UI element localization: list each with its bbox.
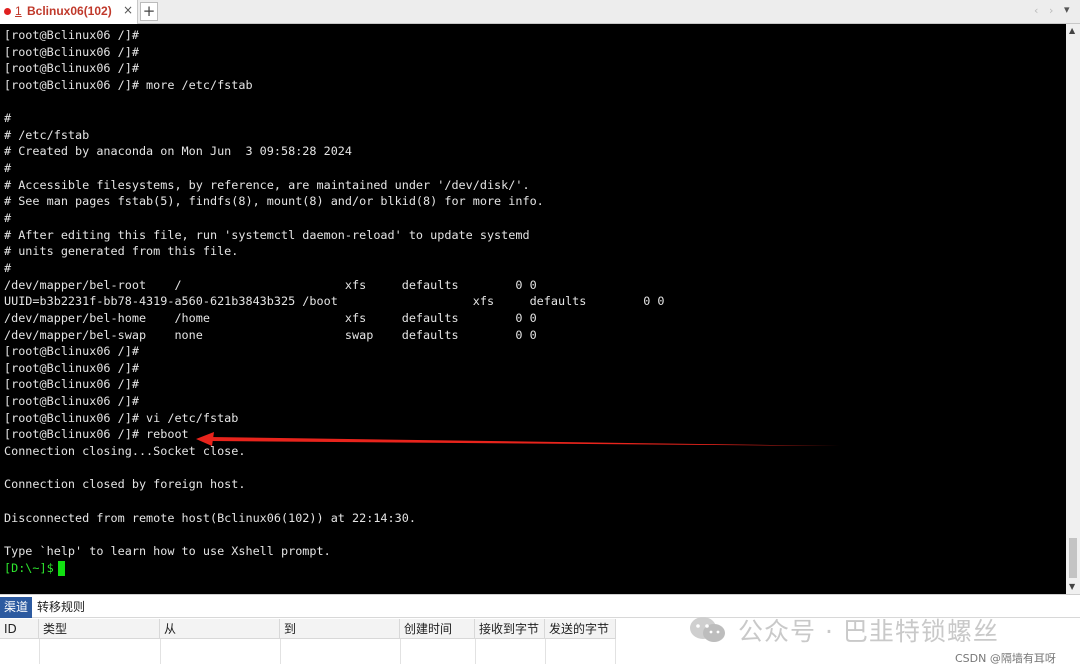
terminal-line: # units generated from this file. [4, 244, 239, 259]
terminal-output[interactable]: [root@Bclinux06 /]# [root@Bclinux06 /]# [r… [0, 24, 1066, 594]
column-divider [280, 639, 281, 664]
table-header: ID 类型 从 到 创建时间 接收到字节 发送的字节 [0, 619, 616, 639]
terminal-line: # [4, 211, 12, 226]
chevron-left-icon[interactable]: ‹ [1034, 4, 1038, 17]
terminal-line: /dev/mapper/bel-root / xfs defaults 0 0 [4, 277, 537, 292]
scrollbar-thumb[interactable] [1069, 538, 1077, 578]
scroll-down-icon[interactable]: ▼ [1069, 582, 1075, 591]
terminal-line: [root@Bclinux06 /]# vi /etc/fstab [4, 410, 239, 425]
terminal-line: Connection closing...Socket close. [4, 444, 246, 459]
chevron-right-icon[interactable]: › [1049, 4, 1053, 17]
terminal-line: Type `help' to learn how to use Xshell p… [4, 543, 331, 558]
close-icon[interactable]: × [123, 3, 133, 17]
column-header-id[interactable]: ID [0, 619, 39, 639]
terminal-line: Connection closed by foreign host. [4, 477, 246, 492]
terminal-line: [root@Bclinux06 /]# more /etc/fstab [4, 77, 253, 92]
tab-forwarding-rules[interactable]: 转移规则 [37, 597, 85, 618]
column-header-to[interactable]: 到 [280, 619, 400, 639]
column-divider [475, 639, 476, 664]
column-header-from[interactable]: 从 [160, 619, 280, 639]
terminal-scrollbar[interactable]: ▲ ▼ [1066, 24, 1080, 594]
column-header-type[interactable]: 类型 [39, 619, 160, 639]
column-header-bytes-received[interactable]: 接收到字节 [475, 619, 545, 639]
csdn-credit: CSDN @隔墙有耳呀 [955, 652, 1056, 665]
terminal-line: [root@Bclinux06 /]# reboot [4, 427, 189, 442]
terminal-line: [root@Bclinux06 /]# [4, 344, 139, 359]
terminal-line: # Accessible filesystems, by reference, … [4, 177, 530, 192]
local-prompt: [D:\~]$ [4, 560, 54, 575]
column-divider [39, 639, 40, 664]
table-body [0, 639, 616, 664]
terminal-line: # /etc/fstab [4, 127, 90, 142]
tab-number: 1 [15, 4, 22, 18]
terminal-line: /dev/mapper/bel-home /home xfs defaults … [4, 310, 537, 325]
connection-status-dot-icon [4, 8, 11, 15]
column-divider [160, 639, 161, 664]
session-tab-bar: 1 Bclinux06(102) × + ‹ › ▾ [0, 0, 1080, 24]
tab-channels[interactable]: 渠道 [0, 597, 33, 618]
terminal-line: [root@Bclinux06 /]# [4, 44, 139, 59]
terminal-line: [root@Bclinux06 /]# [4, 360, 139, 375]
terminal-line: Disconnected from remote host(Bclinux06(… [4, 510, 416, 525]
terminal-cursor [57, 560, 65, 576]
column-header-created-time[interactable]: 创建时间 [400, 619, 475, 639]
watermark-text: 公众号 · 巴韭特锁螺丝 [738, 617, 999, 646]
column-divider [400, 639, 401, 664]
tab-list-menu-icon[interactable]: ▾ [1064, 3, 1070, 16]
terminal-line: # [4, 111, 12, 126]
terminal-line: [root@Bclinux06 /]# [4, 394, 139, 409]
local-prompt-line: [D:\~]$ [4, 560, 665, 577]
terminal-line: # Created by anaconda on Mon Jun 3 09:58… [4, 144, 353, 159]
scroll-up-icon[interactable]: ▲ [1069, 26, 1075, 35]
column-header-bytes-sent[interactable]: 发送的字节 [545, 619, 616, 639]
terminal-line: # [4, 161, 12, 176]
column-divider [545, 639, 546, 664]
terminal-line: [root@Bclinux06 /]# [4, 61, 139, 76]
tab-title: Bclinux06(102) [27, 4, 112, 18]
terminal-line: # See man pages fstab(5), findfs(8), mou… [4, 194, 544, 209]
wechat-watermark: 公众号 · 巴韭特锁螺丝 [688, 612, 999, 648]
terminal-line: # After editing this file, run 'systemct… [4, 227, 530, 242]
terminal-line: # [4, 260, 12, 275]
terminal-line: /dev/mapper/bel-swap none swap defaults … [4, 327, 537, 342]
wechat-logo-icon [688, 615, 728, 645]
terminal-line: [root@Bclinux06 /]# [4, 377, 139, 392]
terminal-line: [root@Bclinux06 /]# [4, 28, 139, 42]
terminal-lines: [root@Bclinux06 /]# [root@Bclinux06 /]# [r… [4, 27, 665, 576]
session-tab[interactable]: 1 Bclinux06(102) × [0, 0, 138, 24]
column-divider [615, 639, 616, 664]
terminal-line: UUID=b3b2231f-bb78-4319-a560-621b3843b32… [4, 294, 665, 309]
new-tab-button[interactable]: + [140, 2, 158, 21]
